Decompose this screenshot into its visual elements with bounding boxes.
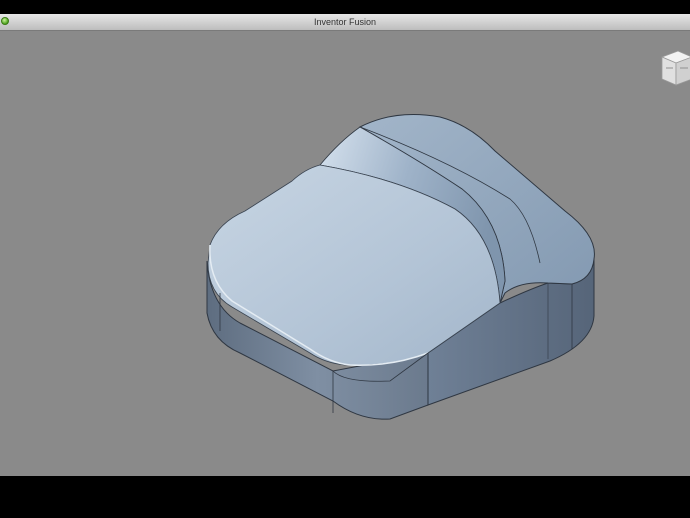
3d-viewport[interactable] <box>0 31 690 476</box>
cad-model[interactable] <box>0 31 690 476</box>
title-bar[interactable]: Inventor Fusion <box>0 14 690 31</box>
app-window: Inventor Fusion <box>0 14 690 476</box>
bottom-black-area <box>0 476 690 518</box>
window-title: Inventor Fusion <box>313 17 377 27</box>
